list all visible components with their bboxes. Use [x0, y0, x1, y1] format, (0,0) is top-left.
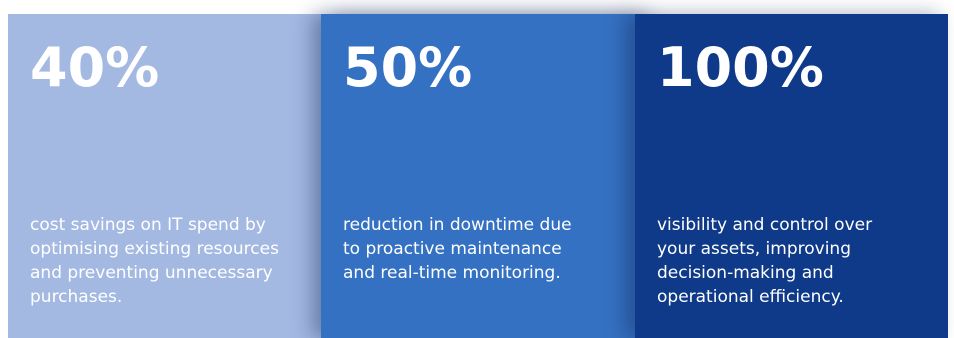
stat-value: 50% [343, 36, 473, 99]
stats-panel: 40% cost savings on IT spend by optimisi… [0, 0, 954, 338]
stat-card-cost-savings: 40% cost savings on IT spend by optimisi… [8, 14, 326, 338]
stat-card-visibility: 100% visibility and control over your as… [635, 14, 948, 338]
stat-value: 40% [30, 36, 160, 99]
stat-description: cost savings on IT spend by optimising e… [30, 215, 279, 307]
stat-value: 100% [657, 36, 824, 99]
stat-description: reduction in downtime due to proactive m… [343, 215, 572, 283]
stat-card-downtime-reduction: 50% reduction in downtime due to proacti… [321, 14, 639, 338]
stat-description: visibility and control over your assets,… [657, 215, 873, 307]
